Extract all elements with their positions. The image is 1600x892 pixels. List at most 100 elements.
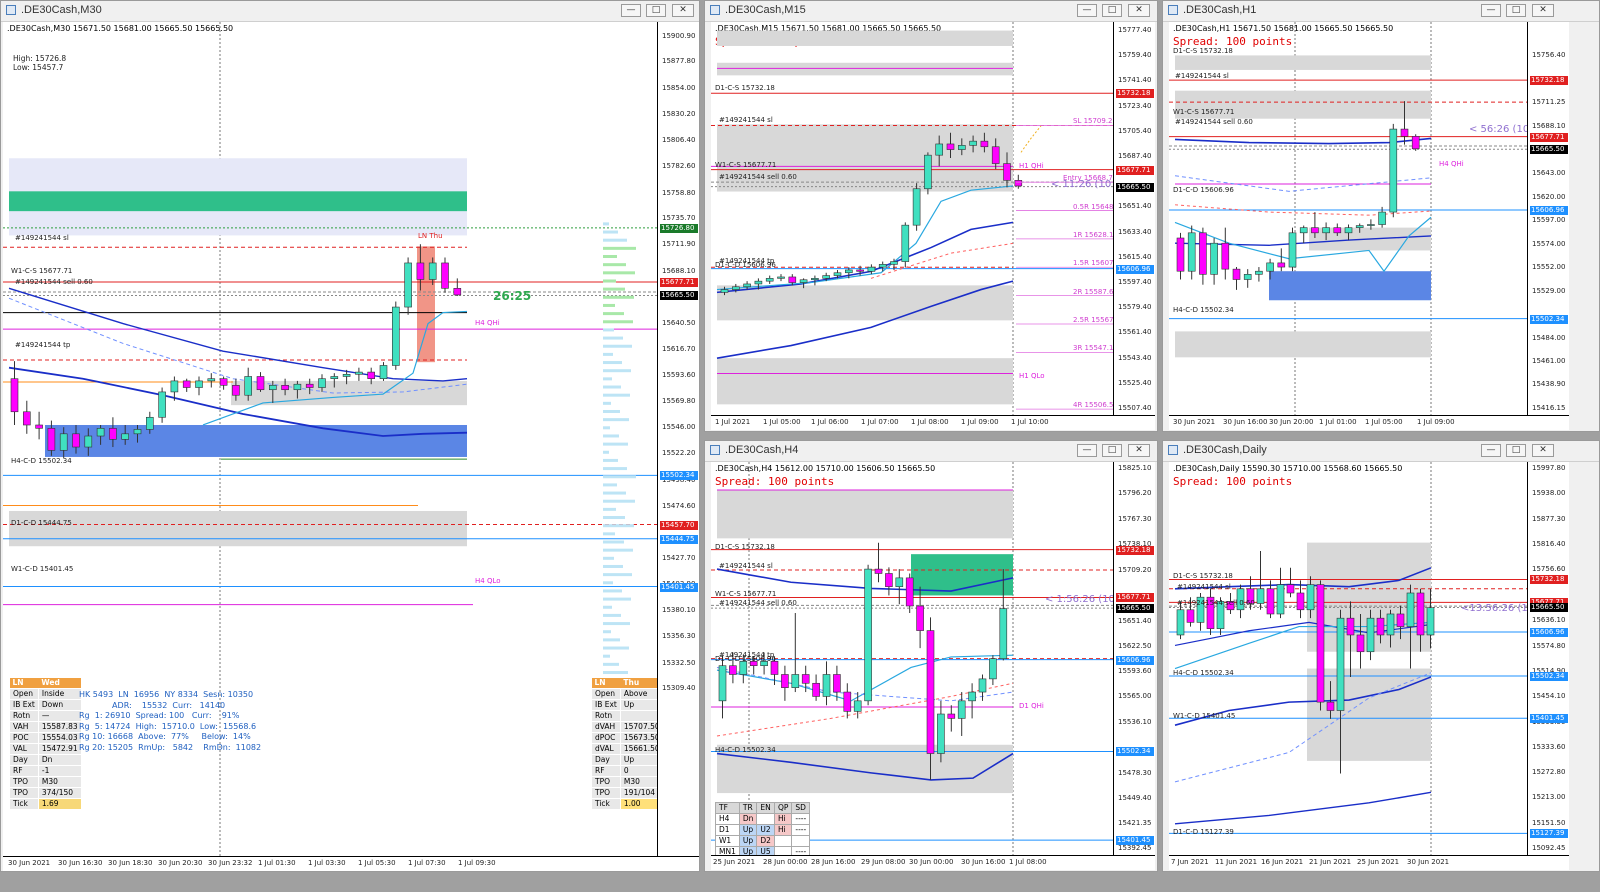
tpo-profile-bar bbox=[603, 287, 625, 291]
maximize-button[interactable]: □ bbox=[1506, 444, 1526, 457]
price-level-marker: 15726.80 bbox=[660, 223, 698, 233]
tpo-profile-bar bbox=[603, 646, 629, 650]
candle-body bbox=[72, 433, 80, 448]
window-titlebar[interactable]: .DE30Cash,Daily — □ ✕ bbox=[1163, 441, 1599, 462]
table-cell: H4 bbox=[715, 813, 740, 825]
tpo-profile-bar bbox=[603, 630, 611, 634]
minimize-button[interactable]: — bbox=[1481, 444, 1501, 457]
chart-window-daily[interactable]: .DE30Cash,Daily — □ ✕ .DE30Cash,Daily 15… bbox=[1162, 440, 1600, 872]
candle-timer: <13:56:26 (10 bbox=[1461, 603, 1535, 614]
table-header-cell: Wed bbox=[38, 678, 82, 689]
price-tick-label: 15616.70 bbox=[662, 345, 696, 354]
chart-plot-area[interactable]: .DE30Cash,M15 15671.50 15681.00 15665.50… bbox=[711, 22, 1155, 430]
close-button[interactable]: ✕ bbox=[1128, 444, 1150, 457]
table-cell: Up bbox=[738, 824, 758, 836]
chart-window-h1[interactable]: .DE30Cash,H1 — □ ✕ .DE30Cash,H1 15671.50… bbox=[1162, 0, 1600, 432]
candle-body bbox=[219, 378, 228, 386]
candle-body bbox=[256, 376, 265, 391]
price-axis: 15756.40 15711.25 15688.10 15643.00 15620.00… bbox=[1527, 22, 1569, 430]
fib-level-label: 2R 15587.65 bbox=[1073, 287, 1118, 296]
candle-body bbox=[811, 278, 819, 281]
tpo-profile-bar bbox=[603, 654, 610, 658]
level-label: #149241544 sl bbox=[719, 116, 773, 124]
demand-zone bbox=[1269, 271, 1431, 301]
price-level-marker: 15732.18 bbox=[1530, 76, 1568, 86]
tpo-profile-bar bbox=[603, 418, 629, 422]
table-cell: dVAL bbox=[591, 743, 621, 755]
table-row: H4 Dn Hi ---- bbox=[715, 813, 811, 825]
chart-plot-area[interactable]: .DE30Cash,H1 15671.50 15681.00 15665.50 … bbox=[1169, 22, 1569, 430]
table-row: Open Above bbox=[591, 688, 664, 700]
tpo-profile-bar bbox=[603, 638, 620, 642]
level-label: W1-C-S 15677.71 bbox=[715, 161, 777, 169]
time-axis: 1 Jul 2021 1 Jul 05:00 1 Jul 06:00 1 Jul 07… bbox=[711, 415, 1155, 430]
price-tick-label: 15622.50 bbox=[1118, 641, 1152, 650]
time-tick-label: 1 Jul 07:30 bbox=[408, 859, 446, 867]
tpo-profile-bar bbox=[603, 564, 623, 568]
tpo-profile-bar bbox=[603, 361, 622, 365]
minimize-button[interactable]: — bbox=[1481, 4, 1501, 17]
candle-body bbox=[885, 573, 893, 587]
candle-body bbox=[833, 272, 842, 276]
candle-body bbox=[170, 380, 179, 393]
chart-plot-area[interactable]: .DE30Cash,Daily 15590.30 15710.00 15568.… bbox=[1169, 462, 1569, 870]
close-button[interactable]: ✕ bbox=[1532, 444, 1554, 457]
maximize-button[interactable]: □ bbox=[1506, 4, 1526, 17]
chart-plot-area[interactable]: .DE30Cash,M30 15671.50 15681.00 15665.50… bbox=[3, 22, 699, 871]
candle-body bbox=[47, 428, 56, 451]
candle-body bbox=[428, 262, 437, 280]
table-header-cell: SD bbox=[791, 802, 811, 814]
time-tick-label: 11 Jun 2021 bbox=[1215, 858, 1258, 866]
minimize-button[interactable]: — bbox=[621, 4, 641, 17]
candle-body bbox=[991, 146, 1000, 164]
level-label: #149241544 sell 0.60 bbox=[1177, 599, 1255, 607]
window-titlebar[interactable]: .DE30Cash,M30 — □ ✕ bbox=[1, 1, 699, 22]
table-cell: Hi bbox=[773, 824, 793, 836]
maximize-button[interactable]: □ bbox=[1102, 4, 1122, 17]
tpo-profile-bar bbox=[603, 312, 624, 316]
candle-body bbox=[1014, 180, 1023, 187]
close-button[interactable]: ✕ bbox=[672, 4, 694, 17]
price-tick-label: 15474.60 bbox=[662, 501, 696, 510]
chart-window-h4[interactable]: .DE30Cash,H4 — □ ✕ .DE30Cash,H4 15612.00… bbox=[704, 440, 1158, 872]
close-button[interactable]: ✕ bbox=[1532, 4, 1554, 17]
window-title: .DE30Cash,M15 bbox=[725, 4, 806, 16]
table-cell: — bbox=[37, 710, 82, 722]
price-tick-label: 15438.90 bbox=[1532, 380, 1566, 389]
tpo-profile-bar bbox=[603, 263, 626, 267]
supply-zone bbox=[1175, 55, 1431, 70]
minimize-button[interactable]: — bbox=[1077, 4, 1097, 17]
price-tick-label: 15561.40 bbox=[1118, 328, 1152, 337]
price-tick-label: 15213.00 bbox=[1532, 793, 1566, 802]
window-titlebar[interactable]: .DE30Cash,M15 — □ ✕ bbox=[705, 1, 1157, 22]
candlestick-chart bbox=[711, 22, 1113, 416]
table-header-cell: TF bbox=[715, 802, 740, 814]
chart-window-m30[interactable]: .DE30Cash,M30 — □ ✕ .DE30Cash,M30 15671.… bbox=[0, 0, 700, 872]
level-label: D1-C-D 15444.75 bbox=[11, 519, 72, 527]
candle-body bbox=[912, 188, 921, 226]
candle-body bbox=[867, 266, 876, 272]
tpo-profile-bar bbox=[603, 671, 628, 675]
candle-body bbox=[1344, 227, 1353, 234]
minimize-button[interactable]: — bbox=[1077, 444, 1097, 457]
candle-body bbox=[905, 577, 914, 607]
close-button[interactable]: ✕ bbox=[1128, 4, 1150, 17]
level-label: W1-C-S 15677.71 bbox=[715, 590, 777, 598]
price-axis: 15997.80 15938.00 15877.30 15816.40 15756.60… bbox=[1527, 462, 1569, 870]
candle-body bbox=[864, 568, 872, 702]
candle-body bbox=[35, 424, 43, 429]
table-cell: IB Ext bbox=[591, 699, 621, 711]
time-tick-label: 1 Jul 03:30 bbox=[308, 859, 346, 867]
maximize-button[interactable]: □ bbox=[646, 4, 666, 17]
time-tick-label: 30 Jun 2021 bbox=[1407, 858, 1450, 866]
table-row: Rotn — bbox=[9, 710, 82, 722]
price-level-marker: 15502.34 bbox=[1530, 314, 1568, 324]
candle-body bbox=[743, 283, 751, 288]
chart-plot-area[interactable]: .DE30Cash,H4 15612.00 15710.00 15606.50 … bbox=[711, 462, 1155, 870]
candle-body bbox=[404, 262, 412, 308]
maximize-button[interactable]: □ bbox=[1102, 444, 1122, 457]
candle-body bbox=[146, 416, 154, 430]
window-titlebar[interactable]: .DE30Cash,H1 — □ ✕ bbox=[1163, 1, 1599, 22]
chart-window-m15[interactable]: .DE30Cash,M15 — □ ✕ .DE30Cash,M15 15671.… bbox=[704, 0, 1158, 432]
window-titlebar[interactable]: .DE30Cash,H4 — □ ✕ bbox=[705, 441, 1157, 462]
